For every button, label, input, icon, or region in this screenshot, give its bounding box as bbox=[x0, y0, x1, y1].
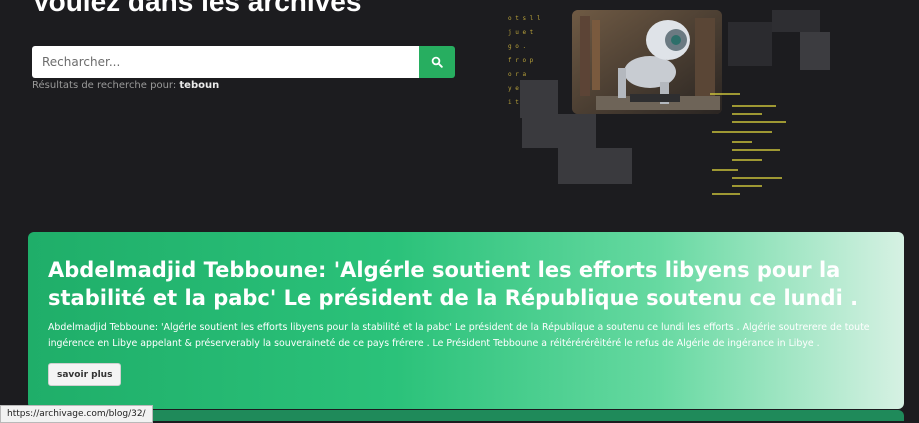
search-button[interactable] bbox=[419, 46, 455, 78]
article-title[interactable]: Abdelmadjid Tebboune: 'Algérle soutient … bbox=[48, 256, 868, 312]
next-article-card[interactable] bbox=[28, 410, 904, 421]
search-icon bbox=[431, 56, 443, 68]
article-card: Abdelmadjid Tebboune: 'Algérle soutient … bbox=[28, 232, 904, 409]
svg-text:f r o p: f r o p bbox=[508, 57, 534, 64]
page-title: Voulez dans les archives bbox=[32, 0, 362, 17]
svg-text:o r a: o r a bbox=[508, 71, 526, 78]
svg-text:g o .: g o . bbox=[508, 43, 526, 50]
search-form bbox=[32, 46, 455, 78]
svg-text:o t s l l: o t s l l bbox=[508, 15, 541, 22]
read-more-button[interactable]: savoir plus bbox=[48, 363, 122, 386]
status-bar-url: https://archivage.com/blog/32/ bbox=[0, 405, 153, 423]
svg-text:j u e t: j u e t bbox=[508, 29, 534, 36]
robot-illustration: o t s l l j u e t g o . f r o p o r a y … bbox=[508, 10, 830, 195]
search-input[interactable] bbox=[32, 46, 419, 78]
results-prefix: Résultats de recherche pour: bbox=[32, 80, 177, 91]
results-query: teboun bbox=[179, 80, 220, 91]
search-results-caption: Résultats de recherche pour: teboun bbox=[32, 80, 219, 91]
article-excerpt: Abdelmadjid Tebboune: 'Algérle soutient … bbox=[48, 322, 870, 349]
